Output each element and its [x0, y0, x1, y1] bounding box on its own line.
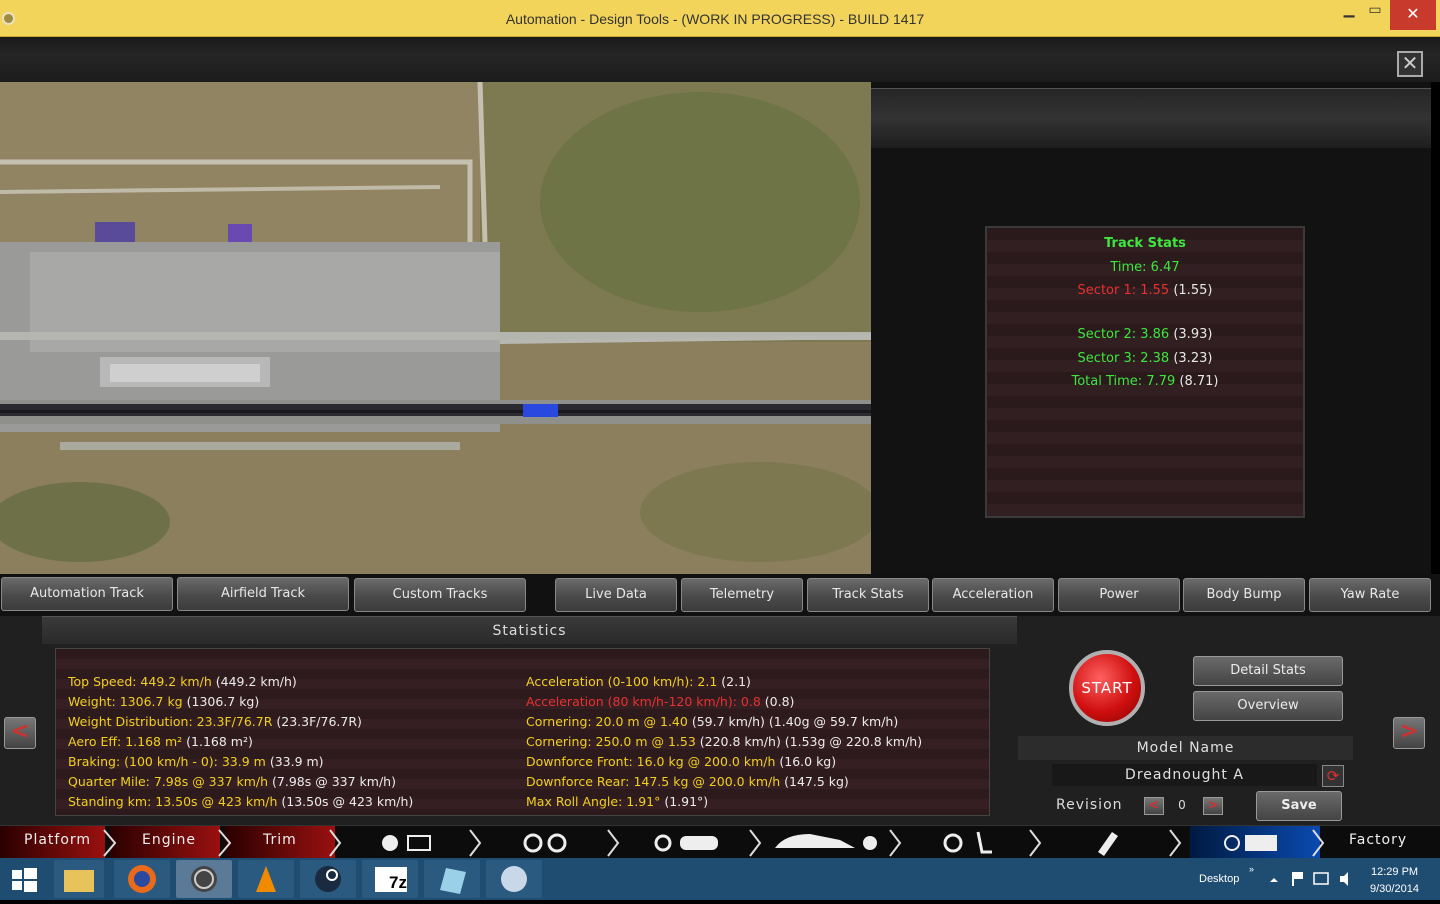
- taskbar-desktop-label[interactable]: Desktop: [1199, 873, 1239, 885]
- stat-aero-eff: Aero Eff: 1.168 m² (1.168 m²): [68, 734, 253, 749]
- start-button[interactable]: START: [1069, 650, 1145, 726]
- tab-row: Automation Track Airfield Track Custom T…: [0, 574, 1440, 616]
- stat-braking: Braking: (100 km/h - 0): 33.9 m (33.9 m): [68, 754, 324, 769]
- panel-close-button[interactable]: ✕: [1397, 51, 1423, 77]
- minimize-button[interactable]: ▁: [1338, 0, 1360, 22]
- tab-acceleration[interactable]: Acceleration: [932, 578, 1054, 612]
- sector-2: Sector 2: 3.86 (3.93): [987, 327, 1303, 342]
- total-time-ref: (8.71): [1179, 374, 1219, 389]
- window-title: Automation - Design Tools - (WORK IN PRO…: [505, 11, 925, 27]
- tray-icons: [1270, 872, 1348, 886]
- tab-airfield-track[interactable]: Airfield Track: [177, 577, 349, 611]
- sector-3-ref: (3.23): [1173, 351, 1213, 366]
- tab-custom-tracks[interactable]: Custom Tracks: [354, 578, 526, 612]
- sector-3: Sector 3: 2.38 (3.23): [987, 351, 1303, 366]
- refresh-icon[interactable]: ⟳: [1322, 765, 1344, 787]
- prev-button[interactable]: <: [4, 717, 36, 749]
- nav-trim[interactable]: Trim: [239, 826, 297, 858]
- taskbar-expand-icon[interactable]: »: [1249, 864, 1254, 874]
- revision-next-button[interactable]: >: [1203, 797, 1223, 815]
- tab-yaw-rate[interactable]: Yaw Rate: [1309, 578, 1431, 612]
- satellite-map-image: [0, 82, 871, 574]
- sector-1: Sector 1: 1.55 (1.55): [987, 283, 1303, 298]
- stat-max-roll-angle: Max Roll Angle: 1.91° (1.91°): [526, 794, 709, 809]
- statistics-body: Top Speed: 449.2 km/h (449.2 km/h) Weigh…: [55, 648, 990, 816]
- stat-cornering-20m: Cornering: 20.0 m @ 1.40 (59.7 km/h) (1.…: [526, 714, 899, 729]
- total-time: Total Time: 7.79 (8.71): [987, 374, 1303, 389]
- track-time: Time: 6.47: [1110, 260, 1180, 275]
- next-button[interactable]: >: [1393, 717, 1425, 749]
- stat-top-speed: Top Speed: 449.2 km/h (449.2 km/h): [68, 674, 297, 689]
- nav-engine[interactable]: Engine: [118, 826, 196, 858]
- game-window: Automation - Design Tools - (WORK IN PRO…: [0, 0, 1440, 900]
- nav-platform[interactable]: Platform: [0, 826, 91, 858]
- window-close-button[interactable]: ✕: [1390, 0, 1436, 30]
- sector-1-value: Sector 1: 1.55: [1077, 283, 1170, 298]
- track-stats-box: Track Stats Time: 6.47 Sector 1: 1.55 (1…: [985, 226, 1305, 518]
- stat-acceleration-80-120: Acceleration (80 km/h-120 km/h): 0.8 (0.…: [526, 694, 795, 709]
- nav-factory[interactable]: Factory: [1325, 826, 1407, 858]
- stat-weight-distribution: Weight Distribution: 23.3F/76.7R (23.3F/…: [68, 714, 362, 729]
- stat-standing-km: Standing km: 13.50s @ 423 km/h (13.50s @…: [68, 794, 414, 809]
- bottom-navigation: [0, 825, 1440, 859]
- track-map[interactable]: [0, 82, 871, 574]
- car-marker: [523, 404, 558, 417]
- stat-acceleration-0-100: Acceleration (0-100 km/h): 2.1 (2.1): [526, 674, 751, 689]
- revision-label: Revision: [1056, 797, 1123, 813]
- clock-date[interactable]: 9/30/2014: [1370, 883, 1419, 895]
- stat-downforce-front: Downforce Front: 16.0 kg @ 200.0 km/h (1…: [526, 754, 837, 769]
- stat-quarter-mile: Quarter Mile: 7.98s @ 337 km/h (7.98s @ …: [68, 774, 396, 789]
- info-panel-header: [871, 88, 1431, 148]
- statistics-header: Statistics: [42, 616, 1017, 644]
- save-button[interactable]: Save: [1256, 791, 1342, 821]
- sector-1-ref: (1.55): [1173, 283, 1213, 298]
- maximize-button[interactable]: ▭: [1364, 0, 1386, 22]
- overview-button[interactable]: Overview: [1193, 691, 1343, 721]
- start-icon: [12, 868, 37, 892]
- tab-track-stats[interactable]: Track Stats: [807, 578, 929, 612]
- tab-automation-track[interactable]: Automation Track: [1, 577, 173, 611]
- clock-time[interactable]: 12:29 PM: [1371, 866, 1418, 878]
- revision-prev-button[interactable]: <: [1144, 797, 1164, 815]
- tab-live-data[interactable]: Live Data: [555, 578, 677, 612]
- tab-body-bump[interactable]: Body Bump: [1183, 578, 1305, 612]
- sevenzip-label: 7z: [389, 873, 407, 892]
- stat-downforce-rear: Downforce Rear: 147.5 kg @ 200.0 km/h (1…: [526, 774, 849, 789]
- stat-cornering-250m: Cornering: 250.0 m @ 1.53 (220.8 km/h) (…: [526, 734, 923, 749]
- track-stats-title: Track Stats: [1104, 236, 1186, 251]
- nav-segments-graphic: [0, 826, 1325, 859]
- top-toolbar: [0, 37, 1440, 82]
- title-bar: Automation - Design Tools - (WORK IN PRO…: [0, 0, 1440, 37]
- model-name-label: Model Name: [1018, 736, 1353, 760]
- nav-icons: [382, 831, 1277, 856]
- stat-weight: Weight: 1306.7 kg (1306.7 kg): [68, 694, 260, 709]
- total-time-value: Total Time: 7.79: [1071, 374, 1176, 389]
- tab-telemetry[interactable]: Telemetry: [681, 578, 803, 612]
- sector-2-value: Sector 2: 3.86: [1077, 327, 1170, 342]
- tab-power[interactable]: Power: [1058, 578, 1180, 612]
- detail-stats-button[interactable]: Detail Stats: [1193, 656, 1343, 686]
- sector-2-ref: (3.93): [1173, 327, 1213, 342]
- model-name-field[interactable]: Dreadnought A: [1052, 764, 1317, 786]
- sector-3-value: Sector 3: 2.38: [1077, 351, 1170, 366]
- revision-value: 0: [1178, 798, 1186, 812]
